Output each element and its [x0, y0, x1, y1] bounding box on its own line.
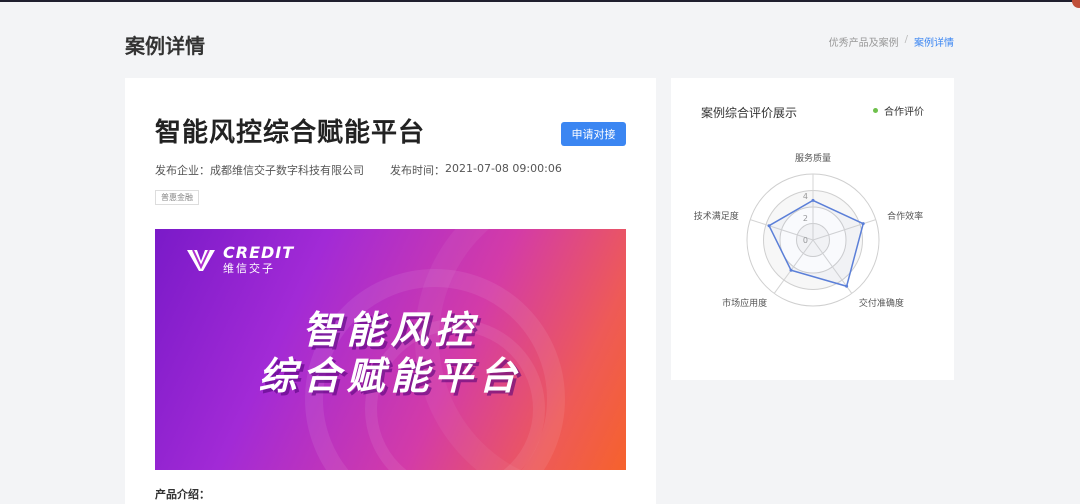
- case-detail-card: 智能风控综合赋能平台 申请对接 发布企业： 成都维信交子数字科技有限公司 发布时…: [125, 78, 656, 504]
- corner-indicator: [1072, 0, 1080, 8]
- publish-time-label: 发布时间：: [390, 164, 445, 177]
- radar-axis-label: 市场应用度: [722, 297, 767, 309]
- top-border: [0, 0, 1080, 2]
- legend-dot-icon: [873, 108, 878, 113]
- evaluation-title: 案例综合评价展示: [701, 106, 798, 120]
- product-intro-label: 产品介绍：: [155, 488, 210, 501]
- evaluation-card: 案例综合评价展示 合作评价 024服务质量合作效率交付准确度市场应用度技术满足度: [671, 78, 954, 380]
- radar-axis-label: 技术满足度: [694, 210, 739, 222]
- radar-tick-label: 4: [803, 192, 808, 201]
- case-title: 智能风控综合赋能平台: [155, 118, 426, 148]
- publisher-name: 成都维信交子数字科技有限公司: [210, 164, 364, 177]
- breadcrumb-separator: /: [904, 34, 908, 45]
- breadcrumb: 优秀产品及案例 / 案例详情: [829, 34, 954, 49]
- credit-logo-icon: [187, 249, 215, 271]
- chart-legend[interactable]: 合作评价: [873, 103, 924, 118]
- radar-data-point: [789, 268, 793, 272]
- radar-data-point: [861, 222, 865, 226]
- legend-label: 合作评价: [884, 107, 924, 118]
- breadcrumb-current[interactable]: 案例详情: [914, 34, 954, 49]
- brand-logo: CREDIT 维信交子: [185, 245, 294, 274]
- radar-chart: 024服务质量合作效率交付准确度市场应用度技术满足度: [694, 152, 923, 309]
- radar-axis-label: 交付准确度: [859, 297, 904, 309]
- logo-chinese: 维信交子: [223, 262, 275, 275]
- case-meta: 发布企业： 成都维信交子数字科技有限公司 发布时间： 2021-07-08 09…: [155, 162, 588, 178]
- radar-axis-label: 服务质量: [795, 152, 831, 164]
- radar-data-point: [811, 198, 815, 202]
- radar-data-point: [845, 284, 849, 288]
- publisher-label: 发布企业：: [155, 164, 210, 177]
- page-title: 案例详情: [125, 34, 205, 58]
- publish-time: 2021-07-08 09:00:06: [445, 162, 562, 175]
- radar-data-point: [767, 224, 771, 228]
- radar-axis-label: 合作效率: [887, 210, 923, 222]
- breadcrumb-parent-link[interactable]: 优秀产品及案例: [829, 34, 899, 49]
- category-tag: 普惠金融: [155, 190, 199, 205]
- logo-english: CREDIT: [223, 243, 295, 262]
- case-banner-image: CREDIT 维信交子 智能风控 综合赋能平台: [155, 229, 626, 470]
- banner-headline-2: 综合赋能平台: [258, 354, 523, 398]
- apply-connect-button[interactable]: 申请对接: [561, 122, 626, 146]
